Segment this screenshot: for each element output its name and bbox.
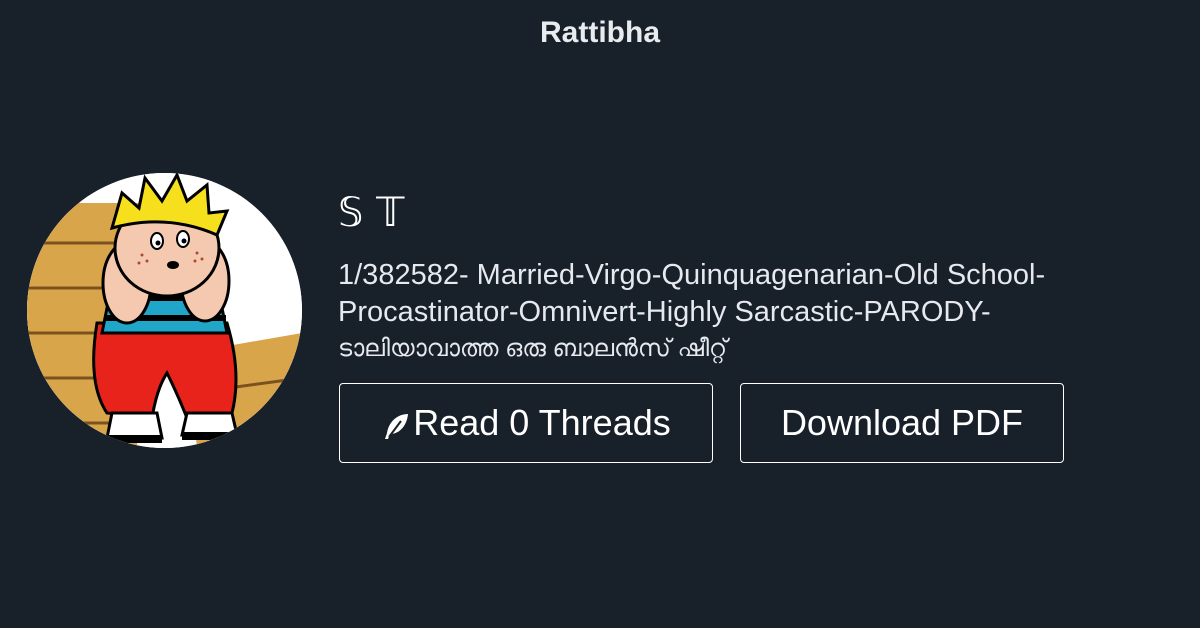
read-threads-button[interactable]: Read 0 Threads (339, 383, 713, 463)
read-threads-label: Read 0 Threads (413, 402, 671, 443)
bio-malayalam-text: ടാലിയാവാത്ത ഒരു ബാലൻസ് ഷീറ്റ് (338, 335, 728, 362)
feather-icon (385, 414, 409, 439)
brand-title: Rattibha (540, 16, 660, 49)
bio-text: 1/382582- Married-Virgo-Quinquagenarian-… (338, 259, 1046, 328)
profile-name: 𝕊 𝕋 (338, 190, 405, 236)
profile-bio: 1/382582- Married-Virgo-Quinquagenarian-… (338, 257, 1168, 367)
cartoon-boy-avatar-icon (27, 173, 302, 448)
download-pdf-label: Download PDF (780, 402, 1024, 443)
avatar (27, 173, 302, 448)
download-pdf-button[interactable]: Download PDF (740, 383, 1064, 463)
